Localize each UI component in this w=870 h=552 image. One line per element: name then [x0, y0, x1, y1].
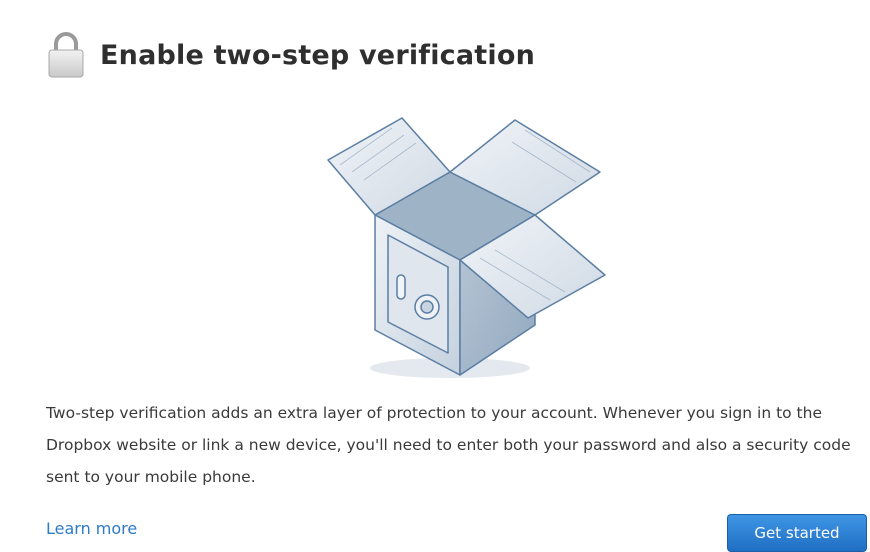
lock-icon	[48, 32, 84, 78]
dropbox-safe-illustration	[327, 117, 606, 378]
get-started-button[interactable]: Get started	[727, 514, 867, 552]
two-step-dialog: Enable two-step verification Two-step ve…	[0, 0, 870, 552]
page-title: Enable two-step verification	[100, 39, 536, 71]
dialog-header: Enable two-step verification	[46, 30, 535, 80]
learn-more-link[interactable]: Learn more	[46, 521, 137, 537]
description-text: Two-step verification adds an extra laye…	[46, 404, 851, 486]
